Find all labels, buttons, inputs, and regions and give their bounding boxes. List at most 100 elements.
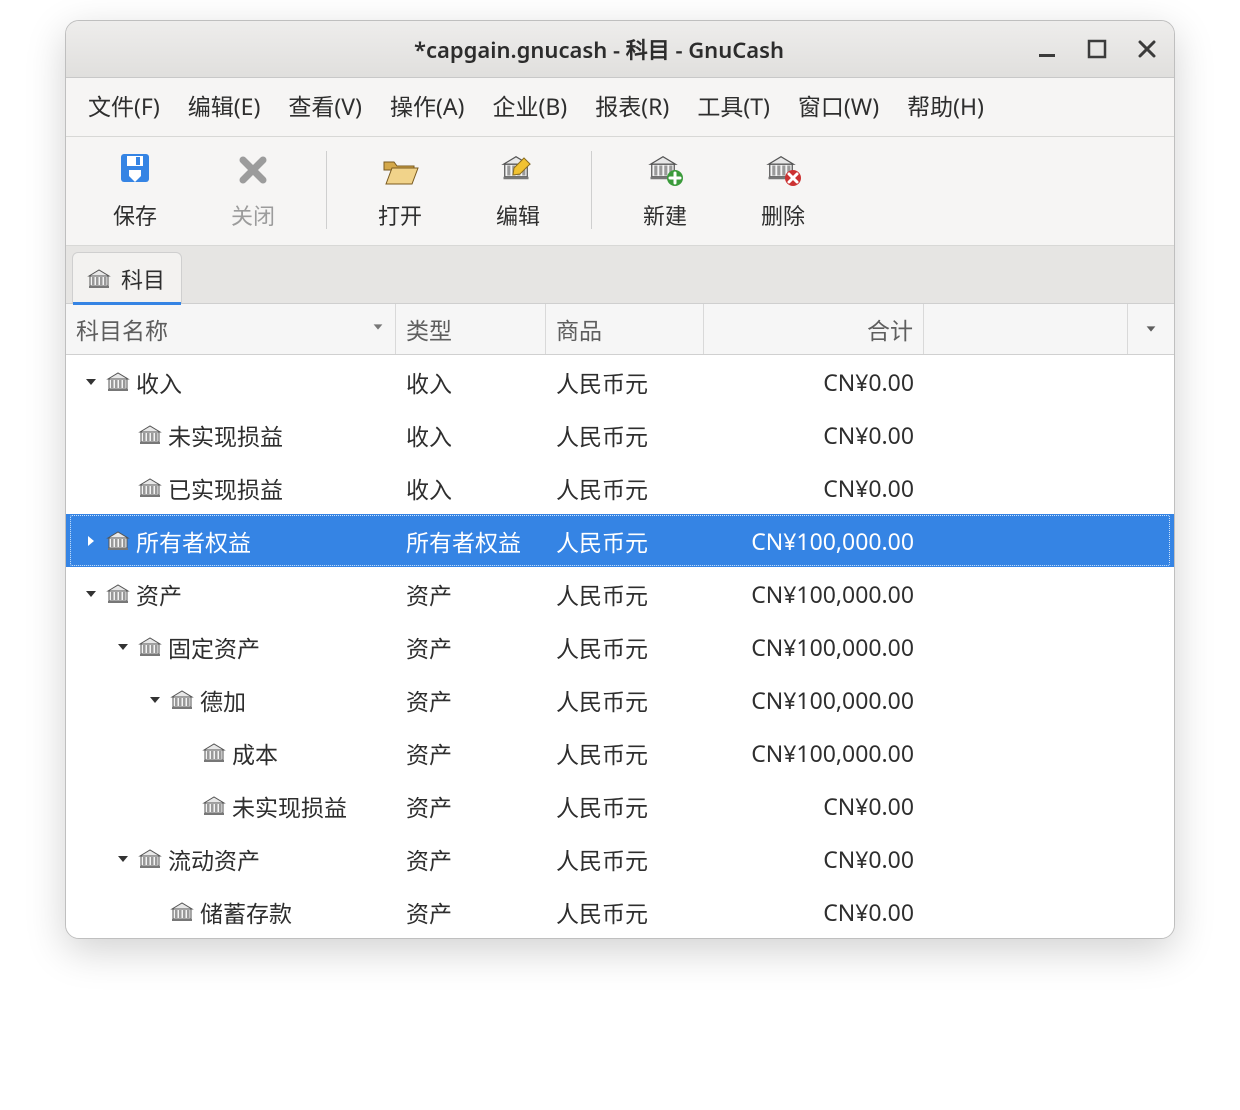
tree-header: 科目名称 类型 商品 合计 — [66, 304, 1174, 355]
toolbar-edit-label: 编辑 — [496, 199, 540, 231]
toolbar: 保存 关闭 打开 编辑 新建 — [66, 137, 1174, 246]
account-type: 资产 — [396, 630, 546, 664]
account-row[interactable]: 储蓄存款 资产人民币元 CN¥0.00 — [66, 885, 1174, 938]
col-picker[interactable] — [1128, 304, 1174, 354]
close-window-button[interactable] — [1136, 38, 1158, 60]
expander-placeholder — [178, 744, 196, 762]
account-row[interactable]: 未实现损益收入人民币元CN¥0.00 — [66, 408, 1174, 461]
account-commodity: 人民币元 — [546, 895, 704, 929]
account-row[interactable]: 所有者权益所有者权益人民币元CN¥100,000.00 — [66, 514, 1174, 567]
expander-toggle[interactable] — [114, 638, 132, 656]
account-type: 资产 — [396, 789, 546, 823]
account-name-cell: 已实现损益 — [66, 471, 396, 505]
account-row[interactable]: 流动资产资产人民币元CN¥0.00 — [66, 832, 1174, 885]
account-total: CN¥100,000.00 — [741, 578, 924, 610]
toolbar-close-label: 关闭 — [231, 199, 275, 231]
expander-toggle[interactable] — [82, 532, 100, 550]
account-type: 资产 — [396, 842, 546, 876]
account-name-cell: 未实现损益 — [66, 789, 396, 823]
expander-toggle[interactable] — [114, 850, 132, 868]
menu-reports[interactable]: 报表(R) — [595, 88, 669, 122]
account-name: 流动资产 — [168, 842, 260, 876]
account-name: 未实现损益 — [168, 418, 283, 452]
tab-accounts[interactable]: 科目 — [72, 252, 182, 303]
account-total: CN¥0.00 — [813, 896, 924, 928]
account-name-cell: 所有者权益 — [66, 524, 396, 558]
account-name: 已实现损益 — [168, 471, 283, 505]
minimize-button[interactable] — [1036, 38, 1058, 60]
delete-account-icon — [762, 151, 804, 189]
account-name: 德加 — [200, 683, 246, 717]
menu-file[interactable]: 文件(F) — [88, 88, 160, 122]
account-icon — [106, 584, 130, 604]
account-type: 资产 — [396, 895, 546, 929]
account-name: 未实现损益 — [232, 789, 347, 823]
account-icon — [138, 425, 162, 445]
toolbar-open-label: 打开 — [378, 199, 422, 231]
account-commodity: 人民币元 — [546, 630, 704, 664]
account-total: CN¥100,000.00 — [741, 631, 924, 663]
chevron-down-icon — [83, 374, 99, 390]
account-row[interactable]: 未实现损益资产人民币元CN¥0.00 — [66, 779, 1174, 832]
new-account-icon — [644, 151, 686, 189]
col-commodity-label: 商品 — [556, 312, 602, 346]
toolbar-open[interactable]: 打开 — [341, 145, 459, 235]
account-name: 储蓄存款 — [200, 895, 292, 929]
close-icon — [232, 151, 274, 189]
account-icon — [106, 372, 130, 392]
account-commodity: 人民币元 — [546, 577, 704, 611]
account-row[interactable]: 德加资产人民币元CN¥100,000.00 — [66, 673, 1174, 726]
toolbar-close[interactable]: 关闭 — [194, 145, 312, 235]
chevron-down-icon — [115, 639, 131, 655]
toolbar-new[interactable]: 新建 — [606, 145, 724, 235]
toolbar-delete-label: 删除 — [761, 199, 805, 231]
account-type: 资产 — [396, 736, 546, 770]
account-name: 成本 — [232, 736, 278, 770]
account-total: CN¥100,000.00 — [741, 525, 924, 557]
account-row[interactable]: 已实现损益收入人民币元CN¥0.00 — [66, 461, 1174, 514]
expander-toggle[interactable] — [82, 585, 100, 603]
toolbar-edit[interactable]: 编辑 — [459, 145, 577, 235]
toolbar-delete[interactable]: 删除 — [724, 145, 842, 235]
col-commodity[interactable]: 商品 — [546, 304, 704, 354]
account-type: 资产 — [396, 683, 546, 717]
toolbar-save[interactable]: 保存 — [76, 145, 194, 235]
accounts-tree: 科目名称 类型 商品 合计 收入收入人民币元CN¥0.00未实现损益收入人民币元… — [66, 304, 1174, 938]
account-icon — [202, 796, 226, 816]
menu-actions[interactable]: 操作(A) — [390, 88, 465, 122]
account-total: CN¥100,000.00 — [741, 737, 924, 769]
menu-windows[interactable]: 窗口(W) — [798, 88, 879, 122]
tab-label: 科目 — [121, 263, 165, 295]
account-row[interactable]: 成本 资产人民币元 CN¥100,000.00 — [66, 726, 1174, 779]
account-commodity: 人民币元 — [546, 524, 704, 558]
account-name-cell: 成本 — [66, 736, 396, 770]
maximize-button[interactable] — [1086, 38, 1108, 60]
account-row[interactable]: 固定资产资产人民币元CN¥100,000.00 — [66, 620, 1174, 673]
titlebar: *capgain.gnucash - 科目 - GnuCash — [66, 21, 1174, 78]
account-commodity: 人民币元 — [546, 471, 704, 505]
account-row[interactable]: 收入收入人民币元CN¥0.00 — [66, 355, 1174, 408]
menu-business[interactable]: 企业(B) — [492, 88, 567, 122]
account-commodity: 人民币元 — [546, 789, 704, 823]
menu-edit[interactable]: 编辑(E) — [188, 88, 261, 122]
account-name-cell: 资产 — [66, 577, 396, 611]
account-type: 资产 — [396, 577, 546, 611]
account-row[interactable]: 资产资产人民币元CN¥100,000.00 — [66, 567, 1174, 620]
menu-view[interactable]: 查看(V) — [288, 88, 362, 122]
toolbar-new-label: 新建 — [643, 199, 687, 231]
account-commodity: 人民币元 — [546, 842, 704, 876]
edit-account-icon — [497, 151, 539, 189]
account-name: 所有者权益 — [136, 524, 251, 558]
menu-help[interactable]: 帮助(H) — [907, 88, 984, 122]
col-total[interactable]: 合计 — [704, 304, 924, 354]
expander-toggle[interactable] — [146, 691, 164, 709]
account-commodity: 人民币元 — [546, 736, 704, 770]
account-total: CN¥0.00 — [813, 366, 924, 398]
expander-toggle[interactable] — [82, 373, 100, 391]
col-type[interactable]: 类型 — [396, 304, 546, 354]
account-total: CN¥100,000.00 — [741, 684, 924, 716]
col-name[interactable]: 科目名称 — [66, 304, 396, 354]
account-icon — [138, 478, 162, 498]
menubar: 文件(F) 编辑(E) 查看(V) 操作(A) 企业(B) 报表(R) 工具(T… — [66, 78, 1174, 137]
menu-tools[interactable]: 工具(T) — [697, 88, 770, 122]
